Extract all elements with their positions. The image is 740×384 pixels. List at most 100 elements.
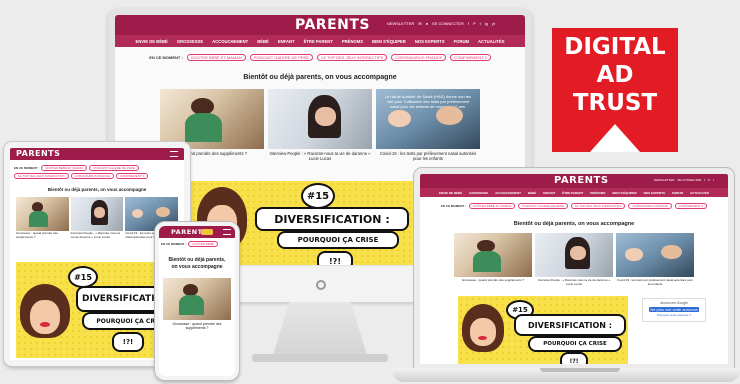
trending-tag[interactable]: CORONAVIRUS FRANCE bbox=[628, 203, 672, 209]
trending-tag[interactable]: GOÛTER BÉBÉ ET MAMAN bbox=[41, 165, 88, 171]
article-caption[interactable]: Grossesse : quand prendre des supplément… bbox=[16, 231, 69, 239]
newsletter-link[interactable]: NEWSLETTER bbox=[654, 178, 675, 182]
trending-tag[interactable]: CORONAVIRUS FRANCE bbox=[70, 173, 114, 179]
nav-item[interactable]: ENVIE DE BÉBÉ bbox=[135, 39, 167, 44]
comic-banner[interactable]: #15 DIVERSIFICATION : POURQUOI ÇA CRISE … bbox=[16, 262, 164, 358]
trending-tag[interactable]: PODCAST GALERE DE PERE bbox=[518, 203, 568, 209]
nav-item[interactable]: NOS EXPERTS bbox=[415, 39, 445, 44]
nav-item[interactable]: GROSSESSE bbox=[177, 39, 203, 44]
nav-item[interactable]: ACTUALITÉS bbox=[478, 39, 505, 44]
article-card[interactable]: Interview People : « Raconte-nous ta vie… bbox=[70, 197, 124, 239]
article-card[interactable]: La Haute Autorité de Santé (HAS) donne s… bbox=[376, 89, 480, 161]
nav-item[interactable]: ENVIE DE BÉBÉ bbox=[439, 191, 462, 195]
nav-item[interactable]: GROSSESSE bbox=[469, 191, 488, 195]
nav-item[interactable]: ENFANT bbox=[543, 191, 555, 195]
article-card[interactable]: Interview People : « Raconte-nous ta vie… bbox=[268, 89, 372, 161]
article-overlay-text: La Haute Autorité de Santé (HAS) donne s… bbox=[384, 93, 472, 110]
page-headline: Bientôt ou déjà parents, on vous accompa… bbox=[513, 221, 635, 227]
comic-episode-badge: #15 bbox=[301, 183, 335, 209]
trending-tag[interactable]: GOÛTER BÉBÉ ET MAMAN bbox=[186, 54, 246, 61]
nav-item[interactable]: BÉBÉ bbox=[528, 191, 536, 195]
twitter-icon[interactable]: t bbox=[480, 21, 481, 26]
trending-tag[interactable]: LE TOP DES JEUX INTERACTIFS bbox=[570, 203, 626, 209]
nav-item[interactable]: ACCOUCHEMENT bbox=[495, 191, 521, 195]
trending-tag[interactable]: LE TOP DES JEUX INTERACTIFS bbox=[317, 54, 388, 61]
pinterest-icon[interactable]: P bbox=[708, 178, 710, 182]
article-image[interactable] bbox=[160, 89, 264, 149]
login-link[interactable]: SE CONNECTER bbox=[677, 178, 701, 182]
twitter-icon[interactable]: t bbox=[713, 178, 714, 182]
en-ce-moment-label: EN CE MOMENT : bbox=[440, 204, 467, 208]
trending-bar: EN CE MOMENT : GOÛTER BÉBÉ bbox=[159, 238, 235, 247]
nav-item[interactable]: ACCOUCHEMENT bbox=[212, 39, 248, 44]
login-link[interactable]: SE CONNECTER bbox=[432, 21, 464, 26]
article-card[interactable]: Covid-19 : les tests par prélèvement nas… bbox=[616, 233, 694, 286]
facebook-icon[interactable]: f bbox=[468, 21, 469, 26]
article-caption[interactable]: Interview People : « Raconte-nous ta vie… bbox=[535, 278, 613, 286]
ad-why-link[interactable]: Pourquoi cette annonce ? bbox=[643, 313, 705, 317]
comic-exclaim-bubble: !?! bbox=[112, 332, 144, 352]
nav-item[interactable]: NOS EXPERTS bbox=[644, 191, 665, 195]
site-logo[interactable]: PARENTS bbox=[16, 149, 60, 158]
article-card[interactable]: Interview People : « Raconte-nous ta vie… bbox=[535, 233, 613, 286]
comic-banner[interactable]: #15 DIVERSIFICATION : POURQUOI ÇA CRISE … bbox=[458, 296, 628, 364]
article-caption[interactable]: Grossesse : quand prendre des supplément… bbox=[454, 278, 532, 283]
comic-title-bubble: DIVERSIFICATION : bbox=[255, 207, 409, 231]
mail-icon[interactable]: ✉ bbox=[418, 21, 421, 26]
youtube-icon[interactable]: yt bbox=[492, 21, 495, 26]
article-image[interactable] bbox=[268, 89, 372, 149]
nav-item[interactable]: BÉBÉ bbox=[257, 39, 269, 44]
nav-item[interactable]: ÊTRE PARENT bbox=[304, 39, 333, 44]
article-caption[interactable]: Interview People : « Raconte-nous ta vie… bbox=[268, 151, 372, 161]
trending-bar: EN CE MOMENT : GOÛTER BÉBÉ ET MAMAN PODC… bbox=[420, 203, 728, 209]
nav-item[interactable]: FORUM bbox=[454, 39, 469, 44]
trending-tag[interactable]: CONFINEMENT 3 bbox=[450, 54, 491, 61]
comic-subtitle-bubble: POURQUOI ÇA CRISE bbox=[528, 336, 622, 352]
trending-tag[interactable]: PODCAST GALERE DE PERE bbox=[89, 165, 139, 171]
article-caption[interactable]: Interview People : « Raconte-nous ta vie… bbox=[71, 231, 124, 239]
article-caption[interactable]: Covid-19 : les tests par prélèvement nas… bbox=[376, 151, 480, 161]
trending-tag[interactable]: PODCAST GALERE DE PERE bbox=[249, 54, 314, 61]
site-logo[interactable]: PARENTS bbox=[295, 17, 370, 33]
ad-label: Annonces Google bbox=[660, 301, 688, 305]
trending-tag[interactable]: GOÛTER BÉBÉ bbox=[188, 241, 218, 247]
trending-tag[interactable]: GOÛTER BÉBÉ ET MAMAN bbox=[469, 203, 516, 209]
menu-icon[interactable] bbox=[170, 151, 178, 157]
article-card[interactable]: Grossesse : quand prendre des supplément… bbox=[454, 233, 532, 286]
nav-item[interactable]: ACTUALITÉS bbox=[690, 191, 709, 195]
trending-tag[interactable]: CONFINEMENT 3 bbox=[115, 173, 149, 179]
site-logo[interactable]: PARENTS bbox=[554, 175, 609, 186]
trending-tag[interactable]: CONFINEMENT 3 bbox=[674, 203, 708, 209]
monitor-stand-base bbox=[252, 354, 388, 362]
comic-exclaim-bubble: !?! bbox=[560, 352, 588, 364]
article-caption[interactable]: Grossesse : quand prendre des supplément… bbox=[165, 322, 229, 330]
instagram-icon[interactable]: ig bbox=[485, 21, 488, 26]
nav-item[interactable]: ENFANT bbox=[278, 39, 295, 44]
article-image[interactable] bbox=[16, 197, 69, 231]
article-image[interactable] bbox=[535, 233, 613, 277]
nav-item[interactable]: PRÉNOMS bbox=[590, 191, 605, 195]
article-caption[interactable]: Covid-19 : les tests par prélèvement nas… bbox=[616, 278, 694, 286]
article-image[interactable] bbox=[616, 233, 694, 277]
nav-item[interactable]: FORUM bbox=[672, 191, 683, 195]
newsletter-link[interactable]: NEWSLETTER bbox=[387, 21, 414, 26]
nav-item[interactable]: ÊTRE PARENT bbox=[562, 191, 583, 195]
login-icon[interactable] bbox=[201, 229, 213, 235]
article-image[interactable] bbox=[70, 197, 124, 231]
article-card[interactable]: Grossesse : quand prendre des supplément… bbox=[16, 197, 69, 239]
page-headline: Bientôt ou déjà parents, on vous accompa… bbox=[168, 257, 226, 270]
trending-tag[interactable]: CORONAVIRUS FRANCE bbox=[391, 54, 447, 61]
article-image[interactable] bbox=[163, 278, 231, 320]
nav-item[interactable]: PRÉNOMS bbox=[342, 39, 363, 44]
menu-icon[interactable] bbox=[223, 229, 231, 235]
nav-item[interactable]: BIEN S'ÉQUIPER bbox=[612, 191, 636, 195]
pinterest-icon[interactable]: P bbox=[473, 21, 476, 26]
nav-item[interactable]: BIEN S'ÉQUIPER bbox=[372, 39, 406, 44]
user-icon[interactable]: ● bbox=[426, 21, 428, 26]
article-image[interactable]: La Haute Autorité de Santé (HAS) donne s… bbox=[376, 89, 480, 149]
article-image[interactable] bbox=[454, 233, 532, 277]
ad-hide-button[interactable]: Ne plus voir cette annonce bbox=[649, 307, 699, 312]
facebook-icon[interactable]: f bbox=[704, 178, 705, 182]
trending-tag[interactable]: LE TOP DES JEUX INTERACTIFS bbox=[14, 173, 69, 179]
header-links: NEWSLETTER SE CONNECTER f P t bbox=[654, 178, 714, 182]
